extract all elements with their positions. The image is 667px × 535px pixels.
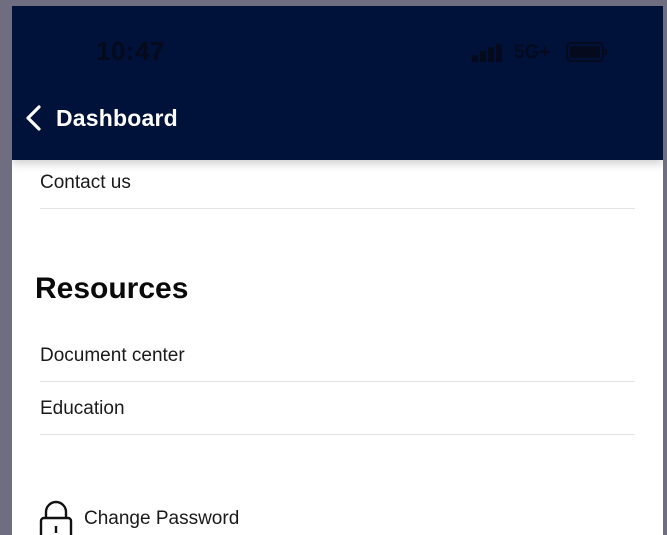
phone-screen: Contact us Resources Document center Edu… (12, 6, 663, 535)
resources-section-title: Resources (35, 272, 189, 305)
back-button[interactable]: Dashboard (24, 98, 178, 138)
chevron-left-icon (24, 104, 44, 132)
document-center-label: Document center (40, 345, 185, 366)
navigation-header: 10:47 5G+ Dashboard (12, 6, 663, 160)
contact-us-label: Contact us (40, 172, 131, 193)
change-password-button[interactable]: Change Password (38, 500, 239, 535)
back-button-label: Dashboard (56, 104, 178, 131)
list-item-document-center[interactable]: Document center (40, 341, 635, 382)
network-type: 5G+ (514, 42, 551, 63)
list-item-contact-us[interactable]: Contact us (40, 168, 635, 209)
education-label: Education (40, 398, 125, 419)
lock-icon (38, 500, 74, 535)
battery-icon (566, 42, 608, 62)
signal-strength-icon (472, 44, 504, 62)
list-item-education[interactable]: Education (40, 394, 635, 435)
status-time: 10:47 (96, 36, 165, 66)
change-password-label: Change Password (84, 508, 240, 529)
